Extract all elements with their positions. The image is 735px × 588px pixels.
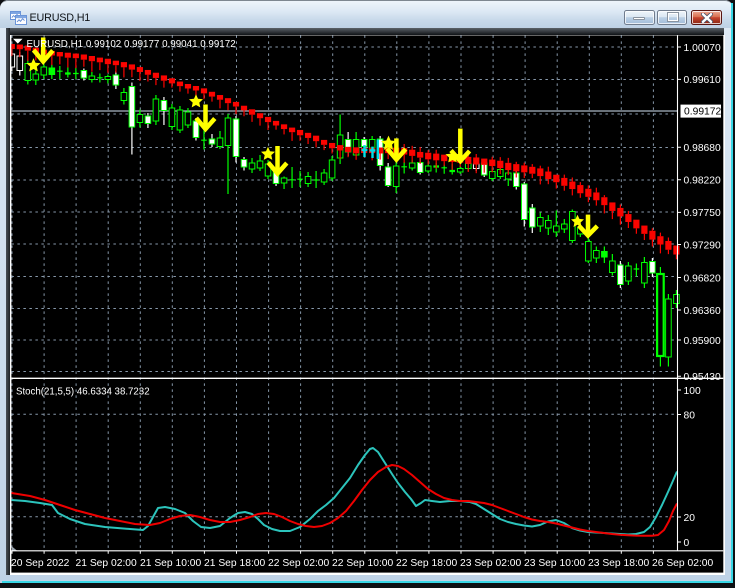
svg-text:22 Sep 10:00: 22 Sep 10:00 [332, 558, 394, 569]
svg-text:0.97290: 0.97290 [684, 240, 721, 251]
svg-text:0.99172: 0.99172 [684, 107, 721, 118]
svg-text:23 Sep 10:00: 23 Sep 10:00 [524, 558, 586, 569]
svg-text:100: 100 [684, 386, 701, 397]
svg-text:0.99610: 0.99610 [684, 75, 721, 86]
svg-text:0.98220: 0.98220 [684, 176, 721, 187]
svg-text:21 Sep 10:00: 21 Sep 10:00 [140, 558, 202, 569]
svg-text:Stoch(21,5,5) 46.6334 38.7232: Stoch(21,5,5) 46.6334 38.7232 [16, 386, 150, 397]
svg-text:0: 0 [684, 538, 690, 549]
svg-text:20 Sep 2022: 20 Sep 2022 [11, 558, 70, 569]
svg-text:22 Sep 18:00: 22 Sep 18:00 [396, 558, 458, 569]
svg-text:EURUSD,H1 0.99102 0.99177 0.99: EURUSD,H1 0.99102 0.99177 0.99041 0.9917… [27, 39, 236, 50]
svg-text:21 Sep 02:00: 21 Sep 02:00 [76, 558, 138, 569]
svg-text:0.96360: 0.96360 [684, 306, 721, 317]
svg-text:23 Sep 02:00: 23 Sep 02:00 [460, 558, 522, 569]
svg-text:0.97750: 0.97750 [684, 208, 721, 219]
svg-text:80: 80 [684, 410, 696, 421]
svg-text:22 Sep 02:00: 22 Sep 02:00 [268, 558, 330, 569]
svg-text:1.00070: 1.00070 [684, 43, 721, 54]
svg-text:21 Sep 18:00: 21 Sep 18:00 [204, 558, 266, 569]
svg-text:0.98680: 0.98680 [684, 143, 721, 154]
svg-text:20: 20 [684, 513, 696, 524]
svg-text:0.95430: 0.95430 [684, 372, 721, 383]
svg-text:0.95900: 0.95900 [684, 336, 721, 347]
svg-text:26 Sep 02:00: 26 Sep 02:00 [652, 558, 714, 569]
svg-text:23 Sep 18:00: 23 Sep 18:00 [588, 558, 650, 569]
svg-text:0.96820: 0.96820 [684, 273, 721, 284]
